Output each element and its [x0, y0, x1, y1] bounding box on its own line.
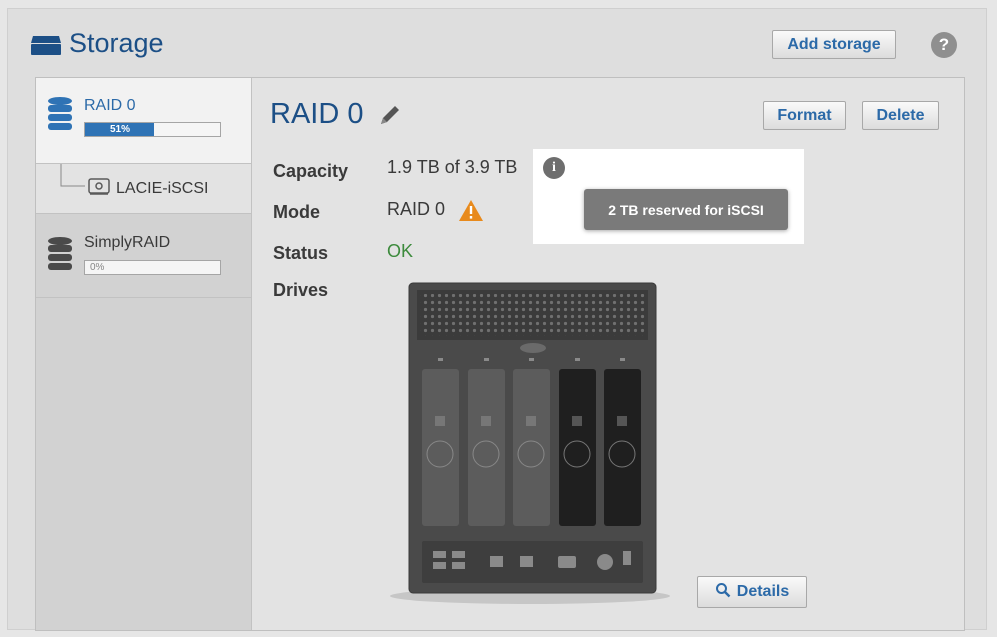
database-icon	[47, 96, 73, 135]
database-icon	[47, 236, 73, 275]
drives-label: Drives	[273, 280, 329, 300]
sidebar-item-label: LACIE-iSCSI	[116, 180, 209, 197]
page-title: Storage	[69, 28, 164, 58]
sidebar: RAID 0 51% LACIE-iSCSI SimplyRAID 0%	[36, 78, 252, 630]
usage-percent: 51%	[109, 124, 130, 135]
capacity-label: Capacity	[273, 161, 349, 181]
capacity-value: 1.9 TB of 3.9 TB	[387, 157, 518, 177]
search-icon	[715, 582, 731, 603]
mode-label: Mode	[273, 202, 320, 222]
tree-connector	[60, 164, 85, 187]
delete-button[interactable]: Delete	[862, 101, 939, 130]
info-icon[interactable]: i	[543, 157, 565, 179]
status-value: OK	[387, 241, 414, 261]
warning-icon[interactable]	[458, 199, 484, 227]
usage-percent: 0%	[90, 262, 105, 273]
drive-bays	[422, 369, 641, 526]
usage-bar: 0%	[84, 260, 221, 275]
status-label: Status	[273, 243, 329, 263]
pencil-icon[interactable]	[378, 103, 402, 132]
raid-title: RAID 0	[270, 98, 364, 130]
hard-drive-icon	[88, 178, 110, 201]
sidebar-item-lacie-iscsi[interactable]: LACIE-iSCSI	[36, 164, 251, 214]
sidebar-item-label: RAID 0	[84, 97, 136, 114]
sidebar-item-simplyraid[interactable]: SimplyRAID 0%	[36, 214, 251, 298]
details-button[interactable]: Details	[697, 576, 807, 608]
iscsi-tooltip: 2 TB reserved for iSCSI	[584, 189, 788, 230]
sidebar-item-label: SimplyRAID	[84, 234, 171, 251]
mode-value: RAID 0	[387, 199, 446, 219]
format-button[interactable]: Format	[763, 101, 846, 130]
details-label: Details	[736, 583, 790, 600]
vent-grille	[420, 294, 646, 336]
sidebar-item-raid0[interactable]: RAID 0 51%	[36, 78, 251, 164]
nas-device-image	[390, 282, 670, 604]
storage-icon	[30, 28, 62, 65]
usage-bar: 51%	[84, 122, 221, 137]
help-icon[interactable]: ?	[931, 32, 957, 58]
add-storage-button[interactable]: Add storage	[772, 30, 896, 59]
